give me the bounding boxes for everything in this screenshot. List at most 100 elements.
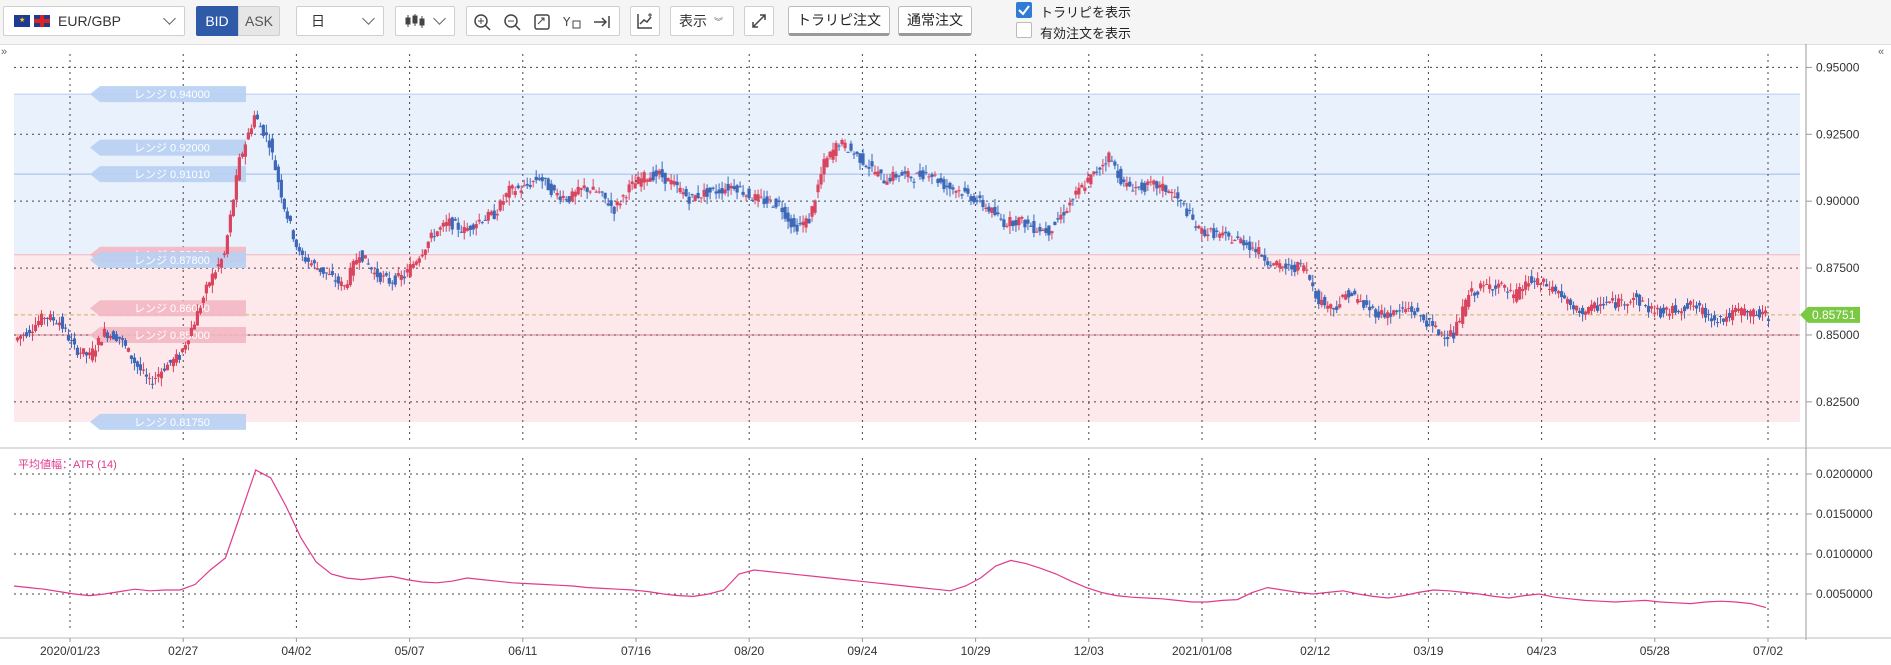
candle-body [150,383,155,385]
candle-body [1652,312,1657,314]
candle-body [1374,309,1378,318]
candle-body [594,191,598,193]
candle-body [576,186,580,195]
candle-body [942,179,946,190]
candle-body [423,249,427,256]
candle-body [873,171,877,175]
candle-body [540,177,544,182]
candle-body [1524,281,1528,290]
candle-body [465,228,469,231]
candle-body [1023,219,1027,228]
candle-body [1128,181,1132,187]
candle-body [1748,310,1753,317]
candle-body [1527,283,1531,287]
normal-order-button[interactable]: 通常注文 [898,6,972,36]
candle-body [1320,299,1324,306]
candle-body [975,200,979,202]
candle-body [840,139,844,145]
candle-body [615,201,619,206]
candle-body [795,224,799,232]
candle-body [1314,291,1318,299]
candle-body [1233,240,1237,242]
candle-body [330,271,334,276]
candle-body [363,255,367,259]
candle-body [471,224,475,230]
candle-body [93,350,98,357]
candle-body [1419,315,1423,317]
candle-body [270,138,274,153]
candle-body [228,214,232,233]
candle-body [1272,263,1276,266]
atr-tick-label: 0.0100000 [1816,547,1873,561]
candle-body [858,153,862,163]
candle-body [285,211,289,219]
candle-body [1212,228,1216,239]
symbol-select[interactable]: ★ EUR/GBP [3,6,185,36]
candle-body [1569,299,1573,306]
display-menu[interactable]: 表示 ︾ [670,6,734,36]
candle-body [693,195,697,202]
candle-body [1395,310,1399,313]
candle-body [300,250,304,255]
candle-body [141,369,146,371]
candle-body [549,183,553,196]
range-label-text: レンジ 0.92000 [134,143,210,155]
candle-body [624,197,628,199]
zoom-in-button[interactable] [467,7,497,37]
candle-body [756,194,760,202]
candle-body [1506,291,1510,293]
candle-body [255,114,259,120]
time-tick-label: 10/29 [961,644,991,658]
candle-body [267,140,271,148]
candle-body [1721,318,1726,322]
candle-body [1203,229,1207,237]
candle-body [1452,332,1456,339]
candle-body [1287,264,1291,266]
indicator-button[interactable] [630,6,660,36]
trailing-order-button[interactable]: トラリピ注文 [788,6,890,36]
candle-body [234,175,238,200]
candle-body [1167,191,1171,193]
candle-body [1152,180,1156,185]
candle-body [1293,264,1297,273]
candle-body [444,222,448,227]
fullscreen-button[interactable] [744,6,774,36]
candle-body [885,181,889,185]
candle-body [1557,291,1561,294]
candle-body [186,340,191,345]
candle-body [75,347,80,356]
show-active-orders-checkbox[interactable] [1016,22,1032,38]
time-tick-label: 12/03 [1074,644,1104,658]
candle-body [978,195,982,199]
candle-body [501,201,505,205]
candle-body [618,203,622,206]
candle-body [1670,305,1675,314]
range-label-text: レンジ 0.91010 [134,169,210,181]
candle-body [1161,183,1165,191]
timeframe-select[interactable]: 日 [296,6,384,36]
candle-body [801,221,805,226]
bid-button[interactable]: BID [196,6,238,36]
candle-body [441,222,445,227]
time-tick-label: 02/27 [168,644,198,658]
candle-body [729,185,733,189]
candle-body [981,199,985,208]
atr-pane: 0.0200000 0.0150000 0.0100000 0.0050000 平均値幅… [13,448,1873,640]
candle-body [1458,320,1462,323]
fit-button[interactable] [527,7,557,37]
candle-body [372,272,376,275]
scroll-end-button[interactable] [587,7,617,37]
candle-body [1164,185,1168,192]
candle-body [1221,232,1225,236]
show-trailing-checkbox[interactable] [1016,2,1032,18]
candle-body [864,165,868,167]
zoom-out-button[interactable] [497,7,527,37]
price-chart[interactable]: レンジ 0.94000 レンジ 0.92000 レンジ 0.91010 レンジ 0.8… [0,44,1891,665]
candle-body [1290,265,1294,270]
chevron-down-icon [362,12,375,25]
y-axis-button[interactable]: Y [557,7,587,37]
candle-type-select[interactable] [395,6,455,36]
ask-button[interactable]: ASK [238,6,280,36]
candle-body [498,200,502,211]
candle-body [564,199,568,201]
